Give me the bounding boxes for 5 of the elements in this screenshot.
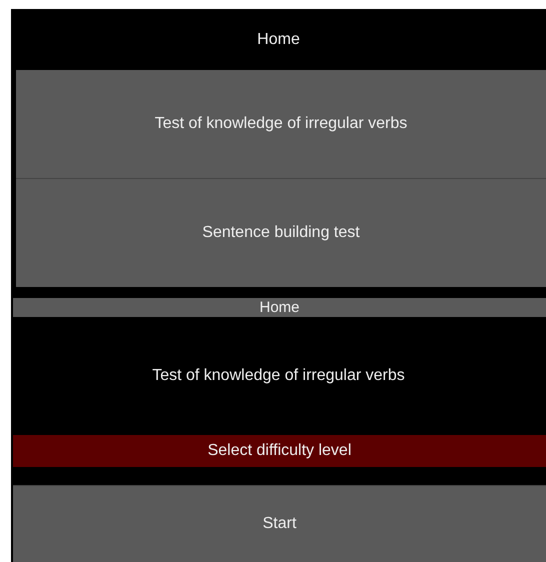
screen-title: Home xyxy=(259,299,300,316)
difficulty-button[interactable]: Select difficulty level xyxy=(13,435,546,467)
start-button[interactable]: Start xyxy=(13,485,546,562)
screen-title: Home xyxy=(257,30,300,48)
test-heading: Test of knowledge of irregular verbs xyxy=(152,367,405,385)
